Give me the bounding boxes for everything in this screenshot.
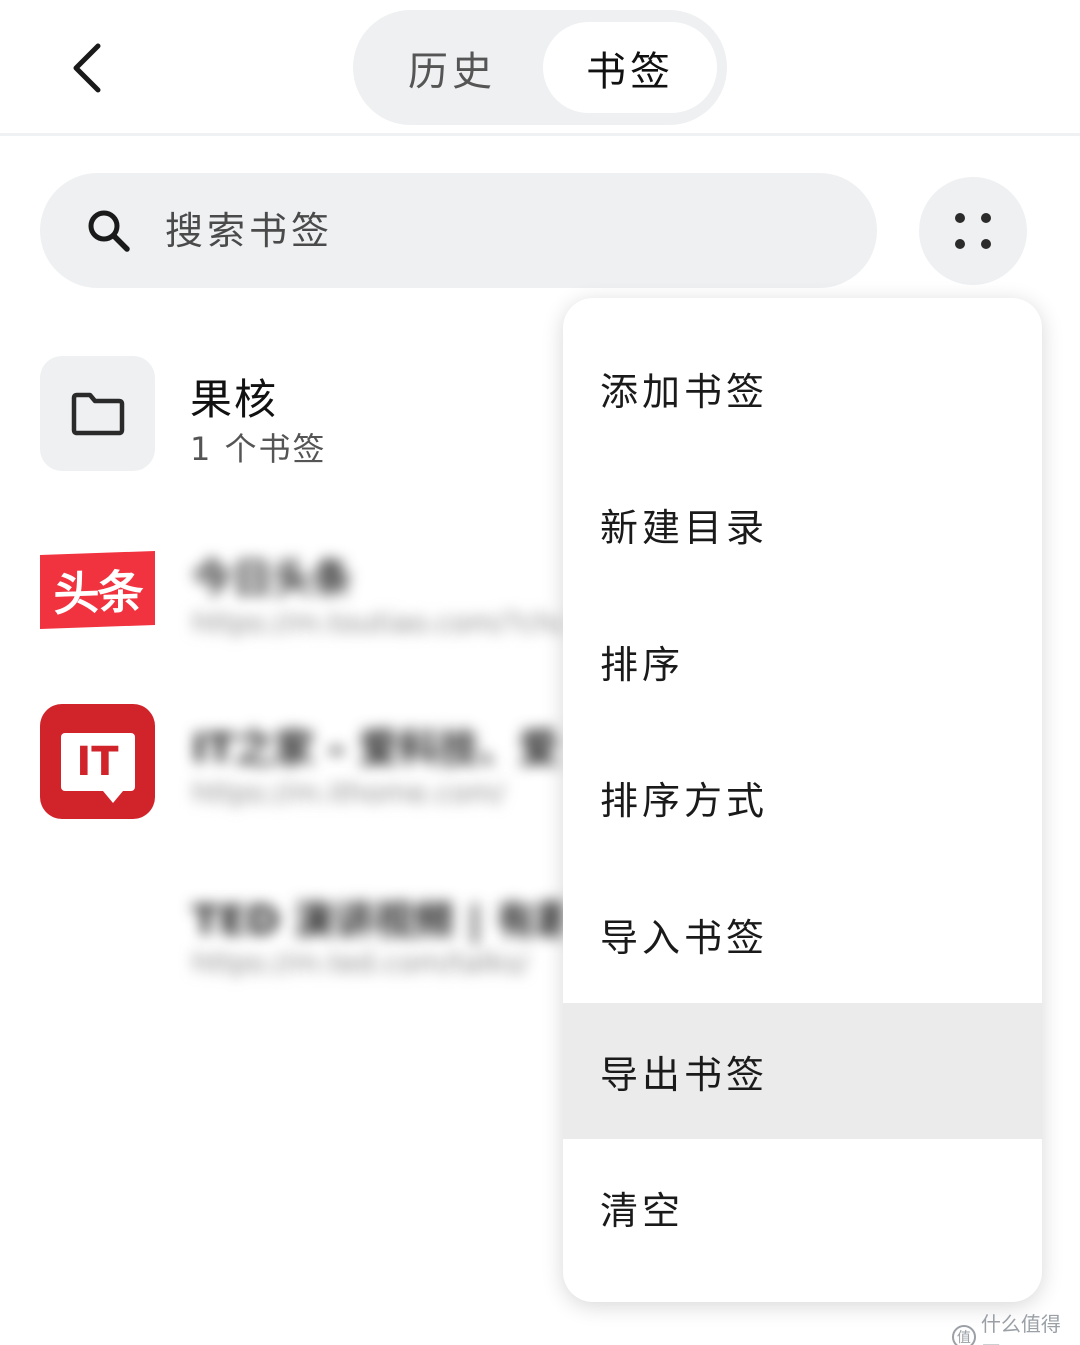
four-dots-icon-dot bbox=[955, 239, 965, 249]
back-button[interactable] bbox=[56, 34, 120, 102]
menu-item-import-bookmarks[interactable]: 导入书签 bbox=[563, 866, 1042, 1002]
menu-item-sort[interactable]: 排序 bbox=[563, 593, 1042, 729]
menu-item-new-folder[interactable]: 新建目录 bbox=[563, 456, 1042, 592]
bookmarks-screen: 历史 书签 果核 1 个书签 头条 今日头条 https://m.toutiao… bbox=[0, 0, 1080, 1345]
more-options-button[interactable] bbox=[919, 177, 1027, 285]
toutiao-logo-text: 头条 bbox=[53, 564, 142, 622]
ithome-badge: IT bbox=[60, 732, 135, 803]
tab-switcher: 历史 书签 bbox=[353, 10, 727, 125]
watermark-logo: 值 bbox=[952, 1325, 976, 1345]
ithome-logo-text: IT bbox=[76, 738, 119, 785]
folder-icon bbox=[71, 392, 124, 435]
folder-title: 果核 bbox=[190, 375, 279, 424]
search-icon bbox=[88, 210, 130, 252]
tab-history[interactable]: 历史 bbox=[363, 22, 541, 113]
menu-item-clear[interactable]: 清空 bbox=[563, 1139, 1042, 1275]
search-bar bbox=[40, 173, 877, 288]
bookmark-url: https://m.ted.com/talks/ bbox=[192, 946, 529, 979]
menu-item-sort-order[interactable]: 排序方式 bbox=[563, 729, 1042, 865]
bookmark-url: https://m.toutiao.com/?channel bbox=[192, 606, 562, 639]
ithome-logo: IT bbox=[40, 704, 155, 819]
watermark: 值 什么值得买 bbox=[952, 1308, 1080, 1345]
speech-tail bbox=[102, 790, 123, 803]
top-bar: 历史 书签 bbox=[0, 0, 1080, 136]
folder-icon-tile bbox=[40, 356, 155, 471]
four-dots-icon-dot bbox=[981, 213, 991, 223]
bookmark-url: https://m.ithome.com/ bbox=[192, 776, 505, 809]
bookmark-title: 今日头条 bbox=[192, 556, 352, 602]
menu-item-add-bookmark[interactable]: 添加书签 bbox=[563, 320, 1042, 456]
menu-item-export-bookmarks[interactable]: 导出书签 bbox=[563, 1003, 1042, 1139]
bookmark-title: TED 演讲视频 | 有趣的 bbox=[192, 898, 562, 944]
watermark-text: 什么值得买 bbox=[980, 1312, 1061, 1345]
four-dots-icon-dot bbox=[981, 239, 991, 249]
tab-bookmarks[interactable]: 书签 bbox=[543, 22, 717, 113]
toutiao-logo: 头条 bbox=[40, 550, 155, 630]
folder-count: 1 个书签 bbox=[190, 430, 327, 468]
search-input[interactable] bbox=[165, 173, 845, 288]
four-dots-icon bbox=[955, 213, 965, 223]
options-menu: 添加书签 新建目录 排序 排序方式 导入书签 导出书签 清空 bbox=[563, 298, 1042, 1302]
chevron-left-icon bbox=[73, 43, 101, 93]
bookmark-title: IT之家 - 爱科技、爱生活 bbox=[192, 726, 562, 772]
